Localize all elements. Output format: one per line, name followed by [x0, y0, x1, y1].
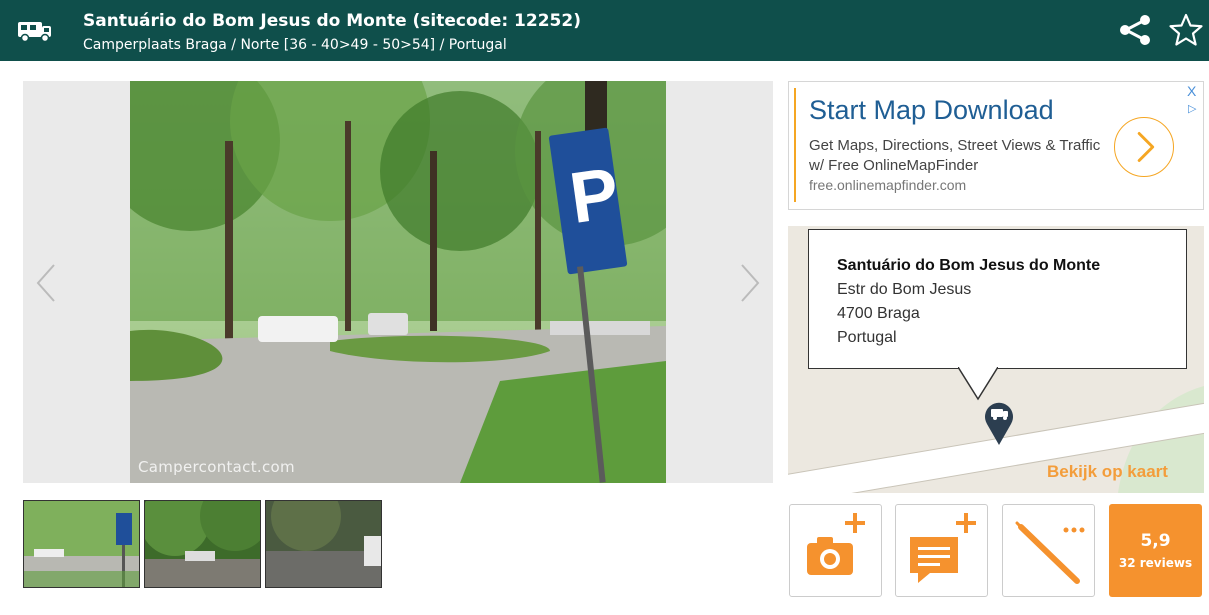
edit-location-button[interactable] — [1002, 504, 1095, 597]
location-map[interactable]: Santuário do Bom Jesus do Monte Estr do … — [788, 226, 1204, 493]
ad-close-button[interactable]: X — [1187, 83, 1196, 99]
camper-icon[interactable] — [16, 14, 54, 46]
camera-plus-icon — [807, 513, 865, 575]
camper-marker-icon[interactable] — [984, 400, 1014, 446]
photo-watermark: Campercontact.com — [138, 458, 295, 476]
ad-url[interactable]: free.onlinemapfinder.com — [809, 177, 966, 193]
add-photo-button[interactable] — [789, 504, 882, 597]
rating-score: 5,9 — [1140, 531, 1171, 551]
ad-go-icon[interactable] — [1114, 117, 1174, 177]
site-header: Santuário do Bom Jesus do Monte (sitecod… — [0, 0, 1209, 61]
view-on-map-link[interactable]: Bekijk op kaart — [1047, 462, 1168, 482]
photo-gallery[interactable]: P Campercontact.com — [23, 81, 773, 483]
rating-reviews-count[interactable]: 32 reviews — [1109, 556, 1202, 570]
map-street: Estr do Bom Jesus — [837, 281, 972, 298]
thumbnail-2[interactable] — [144, 500, 261, 588]
chevron-left-icon[interactable] — [32, 261, 60, 305]
add-review-button[interactable] — [895, 504, 988, 597]
ad-headline[interactable]: Start Map Download — [809, 95, 1054, 126]
ad-accent-bar — [794, 88, 796, 202]
rating-badge[interactable]: 5,9 32 reviews — [1109, 504, 1202, 597]
map-country: Portugal — [837, 329, 897, 346]
map-place-name: Santuário do Bom Jesus do Monte — [837, 257, 1101, 274]
thumbnail-1[interactable] — [23, 500, 140, 588]
advertisement[interactable]: Start Map Download Get Maps, Directions,… — [788, 81, 1204, 210]
share-icon[interactable] — [1118, 14, 1152, 46]
comment-plus-icon — [910, 513, 976, 583]
ad-body[interactable]: Get Maps, Directions, Street Views & Tra… — [809, 136, 1109, 176]
chevron-right-icon[interactable] — [736, 261, 764, 305]
adchoices-icon[interactable]: ▷ — [1188, 102, 1196, 115]
map-city: 4700 Braga — [837, 305, 920, 322]
thumbnail-3[interactable] — [265, 500, 382, 588]
pen-icon — [1015, 521, 1085, 584]
page-title: Santuário do Bom Jesus do Monte (sitecod… — [83, 11, 581, 31]
map-info-popup: Santuário do Bom Jesus do Monte Estr do … — [808, 229, 1187, 369]
popup-pointer — [958, 367, 998, 401]
main-photo[interactable]: P — [130, 81, 666, 483]
breadcrumb[interactable]: Camperplaats Braga / Norte [36 - 40>49 -… — [83, 36, 507, 54]
star-outline-icon[interactable] — [1168, 12, 1204, 48]
